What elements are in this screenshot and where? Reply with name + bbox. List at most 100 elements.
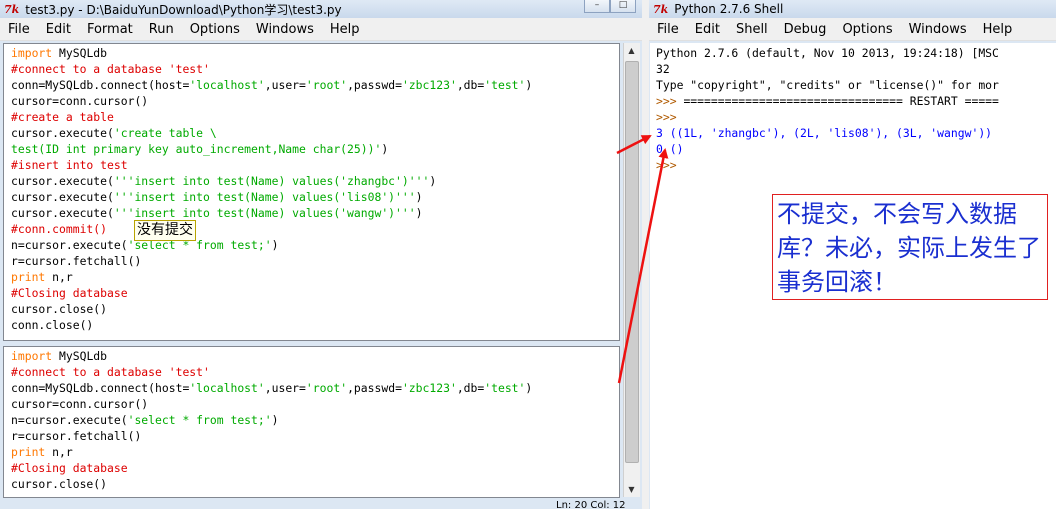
- code2-token: ,db=: [456, 381, 485, 395]
- menu-edit[interactable]: Edit: [38, 22, 79, 37]
- maximize-icon[interactable]: □: [610, 0, 636, 13]
- code1-token: n,r: [45, 270, 73, 284]
- code1-token: conn.close(): [11, 318, 94, 332]
- python-idle-icon: 7k: [4, 2, 20, 16]
- code-editor-top[interactable]: import MySQLdb #connect to a database 'te…: [3, 43, 620, 341]
- code2-line: #Closing database: [11, 460, 619, 476]
- code2-token: 'test': [484, 381, 526, 395]
- code2-line: print n,r: [11, 444, 619, 460]
- menu-format[interactable]: Format: [79, 22, 141, 37]
- code-text-top[interactable]: import MySQLdb #connect to a database 'te…: [4, 44, 619, 333]
- code1-token: '''insert into test(Name) values('wangw'…: [113, 206, 416, 220]
- menu-edit[interactable]: Edit: [687, 22, 728, 37]
- shell-line: 32: [656, 61, 1056, 77]
- shell-text[interactable]: Python 2.7.6 (default, Nov 10 2013, 19:2…: [650, 43, 1056, 173]
- shell-token: ================================ RESTART…: [683, 94, 999, 108]
- code1-line: cursor.execute('''insert into test(Name)…: [11, 173, 619, 189]
- editor-titlebar[interactable]: 7k test3.py - D:\BaiduYunDownload\Python…: [0, 0, 642, 18]
- code1-token: conn=MySQLdb.connect(host=: [11, 78, 190, 92]
- shell-token: Python 2.7.6 (default, Nov 10 2013, 19:2…: [656, 46, 999, 60]
- code1-token: 'test': [484, 78, 526, 92]
- menu-windows[interactable]: Windows: [248, 22, 322, 37]
- code1-token: 'root': [305, 78, 348, 92]
- shell-token: Type "copyright", "credits" or "license(…: [656, 78, 999, 92]
- shell-line: >>>: [656, 157, 1056, 173]
- code1-token: MySQLdb: [52, 46, 108, 60]
- code1-line: conn=MySQLdb.connect(host='localhost',us…: [11, 77, 619, 93]
- code1-token: ,db=: [456, 78, 485, 92]
- code1-line: cursor.execute('create table \: [11, 125, 619, 141]
- shell-line: Type "copyright", "credits" or "license(…: [656, 77, 1056, 93]
- code1-line: conn.close(): [11, 317, 619, 333]
- shell-line: >>>: [656, 109, 1056, 125]
- code1-token: cursor.execute(: [11, 126, 114, 140]
- shell-line: >>> ================================ RES…: [656, 93, 1056, 109]
- menu-windows[interactable]: Windows: [901, 22, 975, 37]
- code1-token: 'create table \: [113, 126, 217, 140]
- code1-token: #isnert into test: [11, 158, 128, 172]
- code2-token: 'localhost': [189, 381, 265, 395]
- code1-line: print n,r: [11, 269, 619, 285]
- code2-token: r=cursor.fetchall(): [11, 429, 142, 443]
- code2-token: cursor.close(): [11, 477, 108, 491]
- code1-token: 'localhost': [189, 78, 265, 92]
- shell-line: 3 ((1L, 'zhangbc'), (2L, 'lis08'), (3L, …: [656, 125, 1056, 141]
- menu-help[interactable]: Help: [975, 22, 1021, 37]
- code1-token: #conn.commit(): [11, 222, 108, 236]
- editor-window: 7k test3.py - D:\BaiduYunDownload\Python…: [0, 0, 642, 509]
- shell-token: >>>: [656, 110, 677, 124]
- code2-line: n=cursor.execute('select * from test;'): [11, 412, 619, 428]
- code2-token: n,r: [45, 445, 73, 459]
- code1-token: #Closing database: [11, 286, 128, 300]
- code2-token: MySQLdb: [52, 349, 108, 363]
- code1-line: cursor.execute('''insert into test(Name)…: [11, 205, 619, 221]
- menu-shell[interactable]: Shell: [728, 22, 776, 37]
- scroll-up-icon[interactable]: ▲: [624, 43, 639, 58]
- code1-token: '''insert into test(Name) values('zhangb…: [113, 174, 430, 188]
- shell-token: 3 ((1L, 'zhangbc'), (2L, 'lis08'), (3L, …: [656, 126, 993, 140]
- explanation-note: 不提交，不会写入数据库？未必，实际上发生了事务回滚！: [772, 194, 1048, 300]
- menu-options[interactable]: Options: [182, 22, 248, 37]
- code1-token: ): [415, 190, 423, 204]
- scroll-down-icon[interactable]: ▼: [624, 482, 639, 497]
- code1-token: ,passwd=: [347, 78, 402, 92]
- menu-file[interactable]: File: [0, 22, 38, 37]
- shell-token: >>>: [656, 94, 684, 108]
- shell-token: 0 (): [656, 142, 684, 156]
- shell-titlebar[interactable]: 7k Python 2.7.6 Shell: [649, 0, 1056, 18]
- code2-token: #Closing database: [11, 461, 128, 475]
- menu-file[interactable]: File: [649, 22, 687, 37]
- code1-token: test(ID int primary key auto_increment,N…: [11, 142, 382, 156]
- code1-token: cursor.close(): [11, 302, 108, 316]
- code1-token: ): [429, 174, 437, 188]
- minimize-icon[interactable]: –: [584, 0, 610, 13]
- code2-token: ): [525, 381, 533, 395]
- editor-window-controls: – □: [584, 0, 636, 13]
- code1-line: #Closing database: [11, 285, 619, 301]
- menu-help[interactable]: Help: [322, 22, 368, 37]
- editor-title: test3.py - D:\BaiduYunDownload\Python学习\…: [25, 2, 342, 17]
- code2-token: ): [271, 413, 279, 427]
- code2-token: ,passwd=: [347, 381, 402, 395]
- code2-token: ,user=: [264, 381, 306, 395]
- editor-scrollbar[interactable]: ▲ ▼: [623, 43, 640, 497]
- code-editor-bottom[interactable]: import MySQLdb #connect to a database 'te…: [3, 346, 620, 498]
- code2-token: 'select * from test;': [127, 413, 272, 427]
- not-committed-note: 没有提交: [134, 220, 196, 241]
- code2-token: 'zbc123': [401, 381, 457, 395]
- code-text-bottom[interactable]: import MySQLdb #connect to a database 'te…: [4, 347, 619, 492]
- editor-menubar: File Edit Format Run Options Windows Hel…: [0, 18, 642, 41]
- python-idle-icon: 7k: [653, 2, 669, 16]
- code1-token: n=cursor.execute(: [11, 238, 128, 252]
- menu-options[interactable]: Options: [834, 22, 900, 37]
- code1-token: import: [11, 46, 53, 60]
- menu-run[interactable]: Run: [141, 22, 182, 37]
- shell-line: Python 2.7.6 (default, Nov 10 2013, 19:2…: [656, 45, 1056, 61]
- scroll-thumb[interactable]: [625, 61, 639, 463]
- menu-debug[interactable]: Debug: [776, 22, 835, 37]
- code2-line: import MySQLdb: [11, 348, 619, 364]
- code1-token: print: [11, 270, 46, 284]
- shell-line: 0 (): [656, 141, 1056, 157]
- code1-line: n=cursor.execute('select * from test;'): [11, 237, 619, 253]
- code1-line: cursor.close(): [11, 301, 619, 317]
